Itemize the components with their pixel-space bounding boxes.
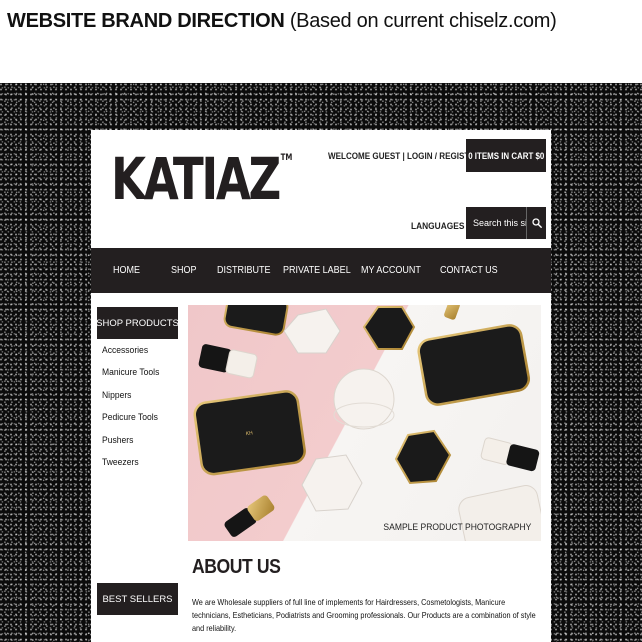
best-sellers-heading: BEST SELLERS	[97, 583, 178, 615]
document-heading: WEBSITE BRAND DIRECTION (Based on curren…	[7, 10, 557, 33]
account-links[interactable]: WELCOME GUEST | LOGIN / REGISTER	[328, 151, 481, 162]
document-heading-note: (Based on current chiselz.com)	[289, 10, 557, 32]
category-tweezers[interactable]: Tweezers	[102, 457, 159, 479]
document-heading-title: WEBSITE BRAND DIRECTION	[7, 10, 285, 32]
search-box	[466, 207, 546, 239]
white-round-compact	[333, 368, 395, 430]
languages-selector[interactable]: LANGUAGES	[411, 221, 464, 232]
black-compact-large-right	[417, 324, 531, 406]
black-case-top-left	[223, 305, 289, 336]
category-pedicure-tools[interactable]: Pedicure Tools	[102, 412, 159, 434]
nav-home[interactable]: HOME	[113, 248, 140, 293]
trademark-symbol: TM	[280, 153, 293, 163]
hero-product-photo: KH SAMPLE PRODUCT PHOTOGRAPHY	[188, 305, 541, 541]
white-hexagon-case-top	[283, 308, 341, 354]
product-arrangement-illustration: KH	[193, 305, 541, 541]
lipstick-bottom-left	[224, 495, 275, 537]
main-navigation: HOME SHOP DISTRIBUTE PRIVATE LABEL MY AC…	[91, 248, 551, 293]
category-nippers[interactable]: Nippers	[102, 390, 159, 412]
gold-tube-top	[444, 305, 460, 320]
nav-private-label[interactable]: PRIVATE LABEL	[283, 248, 351, 293]
magnifier-icon	[531, 218, 542, 228]
nav-my-account[interactable]: MY ACCOUNT	[361, 248, 421, 293]
shop-products-heading: SHOP PRODUCTS	[96, 307, 179, 339]
nav-distribute[interactable]: DISTRIBUTE	[217, 248, 271, 293]
black-hexagon-case-top	[362, 306, 416, 350]
cart-button[interactable]: 0 ITEMS IN CART $0	[466, 139, 546, 172]
search-button[interactable]	[526, 207, 546, 239]
lipstick-right	[480, 437, 540, 472]
nav-shop[interactable]: SHOP	[171, 248, 197, 293]
category-pushers[interactable]: Pushers	[102, 435, 159, 457]
category-accessories[interactable]: Accessories	[102, 345, 159, 367]
category-list: Accessories Manicure Tools Nippers Pedic…	[102, 345, 166, 479]
brand-logo[interactable]: KATIAZ TM	[111, 150, 293, 208]
svg-text:KH: KH	[245, 430, 253, 437]
hero-caption: SAMPLE PRODUCT PHOTOGRAPHY	[383, 522, 531, 533]
white-hexagon-case-bottom	[301, 454, 363, 512]
cart-label: 0 ITEMS IN CART $0	[467, 150, 545, 161]
search-input[interactable]	[466, 207, 526, 239]
black-hexagon-case-center	[394, 429, 452, 485]
black-compact-large-left: KH	[193, 390, 306, 476]
brand-logo-text: KATIAZ	[111, 145, 281, 213]
about-us-heading: ABOUT US	[192, 556, 281, 578]
about-us-text: We are Wholesale suppliers of full line …	[192, 597, 536, 633]
lipstick-left	[198, 344, 258, 379]
category-manicure-tools[interactable]: Manicure Tools	[102, 367, 159, 389]
nav-contact-us[interactable]: CONTACT US	[440, 248, 498, 293]
website-mockup: KATIAZ TM WELCOME GUEST | LOGIN / REGISTE…	[91, 130, 551, 642]
